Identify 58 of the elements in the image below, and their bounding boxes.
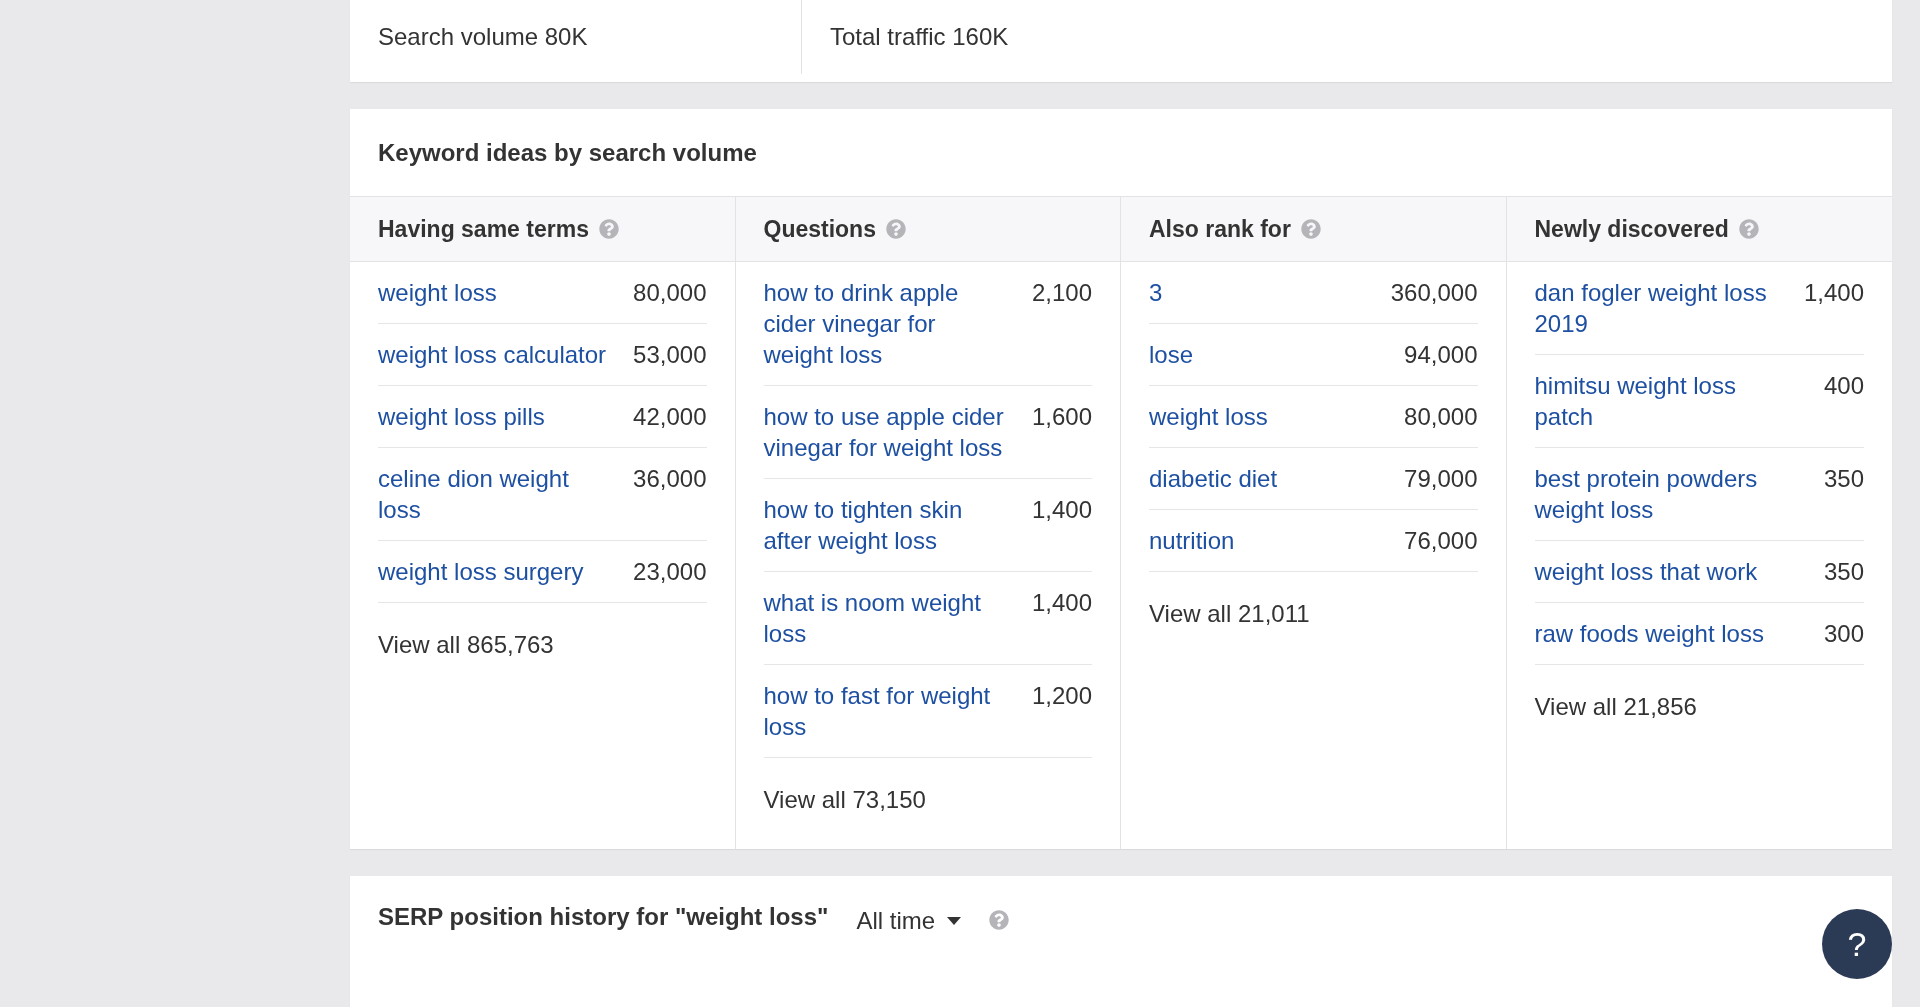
search-volume: 23,000 [633,557,707,587]
search-volume: 94,000 [1404,340,1478,370]
summary-metric: Total traffic 160K [829,22,1010,52]
keyword-link[interactable]: 3 [1149,277,1367,308]
keyword-link[interactable]: diabetic diet [1149,463,1381,494]
search-volume: 1,600 [1031,402,1092,432]
search-volume: 1,400 [1031,588,1092,618]
keyword-link[interactable]: weight loss [378,277,610,308]
view-all-link[interactable]: View all 21,011 [1149,598,1310,629]
keyword-link[interactable]: weight loss surgery [378,556,610,587]
keyword-link[interactable]: what is noom weight loss [763,587,1008,649]
column-title: Also rank for [1149,215,1291,243]
keyword-link[interactable]: nutrition [1149,525,1381,556]
search-volume: 80,000 [633,278,707,308]
help-icon[interactable] [989,910,1010,930]
period-dropdown[interactable]: All time [856,905,962,937]
keyword-link[interactable]: weight loss that work [1534,556,1800,587]
view-all-link[interactable]: View all 865,763 [378,629,554,660]
search-volume: 360,000 [1390,278,1478,308]
search-volume: 350 [1823,557,1864,587]
keyword-link[interactable]: celine dion weight loss [378,463,610,525]
keyword-link[interactable]: how to drink apple cider vinegar for weight loss [763,277,1008,370]
search-volume: 350 [1823,464,1864,494]
search-volume: 42,000 [633,402,707,432]
keyword-link[interactable]: how to tighten skin after weight loss [763,494,1008,556]
keyword-link[interactable]: best protein powders weight loss [1534,463,1800,525]
keyword-link[interactable]: himitsu weight loss patch [1534,370,1800,432]
view-all-link[interactable]: View all 73,150 [763,784,926,815]
keyword-link[interactable]: weight loss [1149,401,1381,432]
keyword-link[interactable]: weight loss pills [378,401,610,432]
help-icon[interactable] [885,219,906,239]
keyword-link[interactable]: how to use apple cider vinegar for weight loss [763,401,1008,463]
search-volume: 76,000 [1404,526,1478,556]
keyword-link[interactable]: weight loss calculator [378,339,610,370]
column-title: Questions [763,215,876,243]
search-volume: 1,400 [1031,495,1092,525]
column-title: Having same terms [378,215,589,243]
keyword-link[interactable]: raw foods weight loss [1534,618,1800,649]
search-volume: 1,400 [1803,278,1864,308]
view-all-link[interactable]: View all 21,856 [1534,691,1697,722]
search-volume: 300 [1823,619,1864,649]
search-volume: 1,200 [1031,681,1092,711]
search-volume: 36,000 [633,464,707,494]
search-volume: 80,000 [1404,402,1478,432]
search-volume: 53,000 [633,340,707,370]
card-title: SERP position history for "weight loss" [378,902,829,932]
search-volume: 79,000 [1404,464,1478,494]
help-icon[interactable] [1738,219,1759,239]
keyword-link[interactable]: dan fogler weight loss 2019 [1534,277,1780,339]
keyword-link[interactable]: how to fast for weight loss [763,680,1008,742]
help-icon[interactable] [1300,219,1321,239]
search-volume: 2,100 [1031,278,1092,308]
help-icon[interactable] [598,219,619,239]
keyword-link[interactable]: lose [1149,339,1381,370]
column-title: Newly discovered [1534,215,1729,243]
caret-icon [947,917,962,925]
summary-metric: Search volume 80K [350,0,802,74]
search-volume: 400 [1823,371,1864,401]
